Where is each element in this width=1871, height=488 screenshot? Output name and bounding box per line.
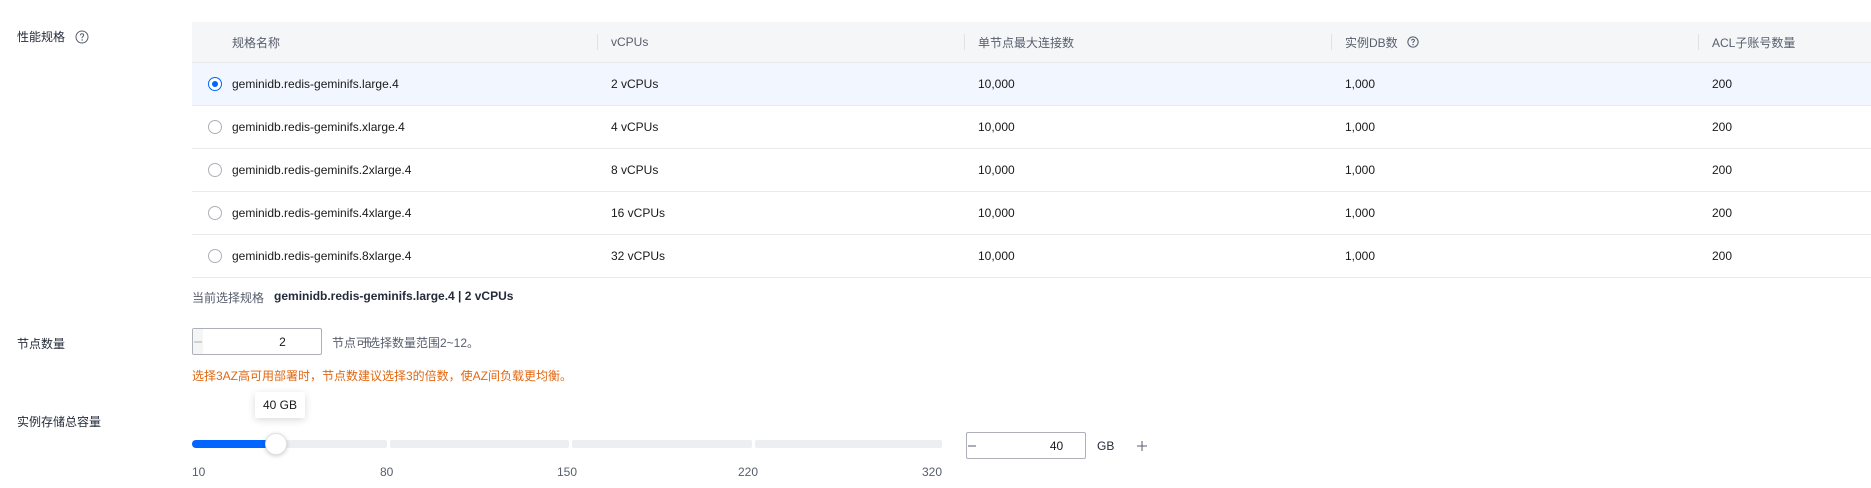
spec-name-text: geminidb.redis-geminifs.8xlarge.4 [232, 249, 412, 263]
storage-label: 实例存储总容量 [17, 413, 101, 430]
performance-spec-label: 性能规格 [17, 28, 89, 45]
storage-label-text: 实例存储总容量 [17, 415, 102, 429]
table-row[interactable]: geminidb.redis-geminifs.4xlarge.4 16 vCP… [192, 192, 1871, 235]
slider-tick: 150 [557, 465, 578, 479]
table-header: 规格名称 vCPUs 单节点最大连接数 实例DB数 ACL子账号数量 [192, 22, 1871, 63]
minus-icon [968, 445, 976, 446]
radio-button[interactable] [208, 120, 222, 134]
cell-db-count: 1,000 [1345, 163, 1376, 177]
cell-acl: 200 [1712, 249, 1733, 263]
cell-max-conn: 10,000 [978, 163, 1015, 177]
spec-name-text: geminidb.redis-geminifs.xlarge.4 [232, 120, 405, 134]
cell-acl: 200 [1712, 163, 1733, 177]
header-acl: ACL子账号数量 [1698, 22, 1871, 62]
cell-max-conn: 10,000 [978, 77, 1015, 91]
cell-db-count: 1,000 [1345, 206, 1376, 220]
cell-spec-name: geminidb.redis-geminifs.2xlarge.4 [192, 149, 597, 191]
header-separator [597, 34, 598, 50]
header-vcpus-text: vCPUs [611, 35, 649, 49]
slider-tooltip: 40 GB [255, 392, 306, 418]
radio-button[interactable] [208, 163, 222, 177]
performance-spec-label-text: 性能规格 [17, 30, 66, 44]
cell-vcpus: 2 vCPUs [611, 77, 659, 91]
header-spec-name-text: 规格名称 [232, 35, 281, 50]
minus-button[interactable] [193, 329, 203, 354]
spec-name-text: geminidb.redis-geminifs.4xlarge.4 [232, 206, 412, 220]
node-count-hint: 节点可选择数量范围2~12。 [332, 336, 480, 350]
cell-acl: 200 [1712, 120, 1733, 134]
cell-spec-name: geminidb.redis-geminifs.4xlarge.4 [192, 192, 597, 234]
header-max-conn: 单节点最大连接数 [964, 22, 1331, 62]
cell-max-conn: 10,000 [978, 206, 1015, 220]
cell-db-count: 1,000 [1345, 249, 1376, 263]
header-db-count-text: 实例DB数 [1345, 35, 1398, 50]
node-count-warning: 选择3AZ高可用部署时，节点数建议选择3的倍数，使AZ间负载更均衡。 [192, 369, 573, 383]
cell-spec-name: geminidb.redis-geminifs.8xlarge.4 [192, 235, 597, 277]
spec-name-text: geminidb.redis-geminifs.2xlarge.4 [232, 163, 412, 177]
slider-segment [390, 440, 569, 448]
header-vcpus: vCPUs [597, 22, 964, 62]
slider-tick: 80 [380, 465, 394, 479]
header-db-count: 实例DB数 [1331, 22, 1698, 62]
question-circle-icon[interactable] [1406, 35, 1420, 49]
question-circle-icon[interactable] [75, 30, 89, 44]
current-selection-value: geminidb.redis-geminifs.large.4 | 2 vCPU… [274, 289, 514, 303]
storage-unit: GB [1097, 439, 1115, 453]
table-row[interactable]: geminidb.redis-geminifs.8xlarge.4 32 vCP… [192, 235, 1871, 278]
spec-name-text: geminidb.redis-geminifs.large.4 [232, 77, 399, 91]
cell-db-count: 1,000 [1345, 77, 1376, 91]
minus-button[interactable] [967, 433, 977, 458]
header-spec-name: 规格名称 [192, 22, 597, 62]
slider-tick: 10 [192, 465, 206, 479]
node-count-label-text: 节点数量 [17, 337, 66, 351]
header-separator [1331, 34, 1332, 50]
radio-button[interactable] [208, 249, 222, 263]
cell-db-count: 1,000 [1345, 120, 1376, 134]
table-row[interactable]: geminidb.redis-geminifs.xlarge.4 4 vCPUs… [192, 106, 1871, 149]
plus-button[interactable] [1136, 433, 1148, 458]
header-max-conn-text: 单节点最大连接数 [978, 35, 1075, 50]
node-count-stepper [192, 328, 373, 355]
plus-icon [1137, 440, 1147, 451]
header-separator [964, 34, 965, 50]
slider-segment [755, 440, 942, 448]
header-acl-text: ACL子账号数量 [1712, 35, 1796, 50]
cell-vcpus: 16 vCPUs [611, 206, 666, 220]
storage-slider[interactable] [192, 433, 942, 455]
cell-vcpus: 32 vCPUs [611, 249, 666, 263]
slider-segment [572, 440, 752, 448]
radio-button[interactable] [208, 77, 222, 91]
current-selection: 当前选择规格 geminidb.redis-geminifs.large.4 |… [192, 289, 513, 306]
cell-acl: 200 [1712, 77, 1733, 91]
slider-thumb[interactable] [264, 433, 287, 455]
radio-button[interactable] [208, 206, 222, 220]
table-row[interactable]: geminidb.redis-geminifs.2xlarge.4 8 vCPU… [192, 149, 1871, 192]
slider-tick: 220 [738, 465, 759, 479]
current-selection-label: 当前选择规格 [192, 291, 265, 305]
cell-acl: 200 [1712, 206, 1733, 220]
slider-tick: 320 [922, 465, 943, 479]
slider-fill [192, 440, 276, 448]
node-count-label: 节点数量 [17, 335, 65, 352]
cell-spec-name: geminidb.redis-geminifs.xlarge.4 [192, 106, 597, 148]
cell-max-conn: 10,000 [978, 249, 1015, 263]
cell-max-conn: 10,000 [978, 120, 1015, 134]
slider-track [192, 440, 942, 448]
minus-icon [194, 341, 202, 342]
header-separator [1698, 34, 1699, 50]
table-row[interactable]: geminidb.redis-geminifs.large.4 2 vCPUs … [192, 63, 1871, 106]
cell-spec-name: geminidb.redis-geminifs.large.4 [192, 63, 597, 105]
cell-vcpus: 8 vCPUs [611, 163, 659, 177]
cell-vcpus: 4 vCPUs [611, 120, 659, 134]
storage-stepper [966, 432, 1147, 459]
spec-table: 规格名称 vCPUs 单节点最大连接数 实例DB数 ACL子账号数量 gemin… [192, 22, 1871, 278]
